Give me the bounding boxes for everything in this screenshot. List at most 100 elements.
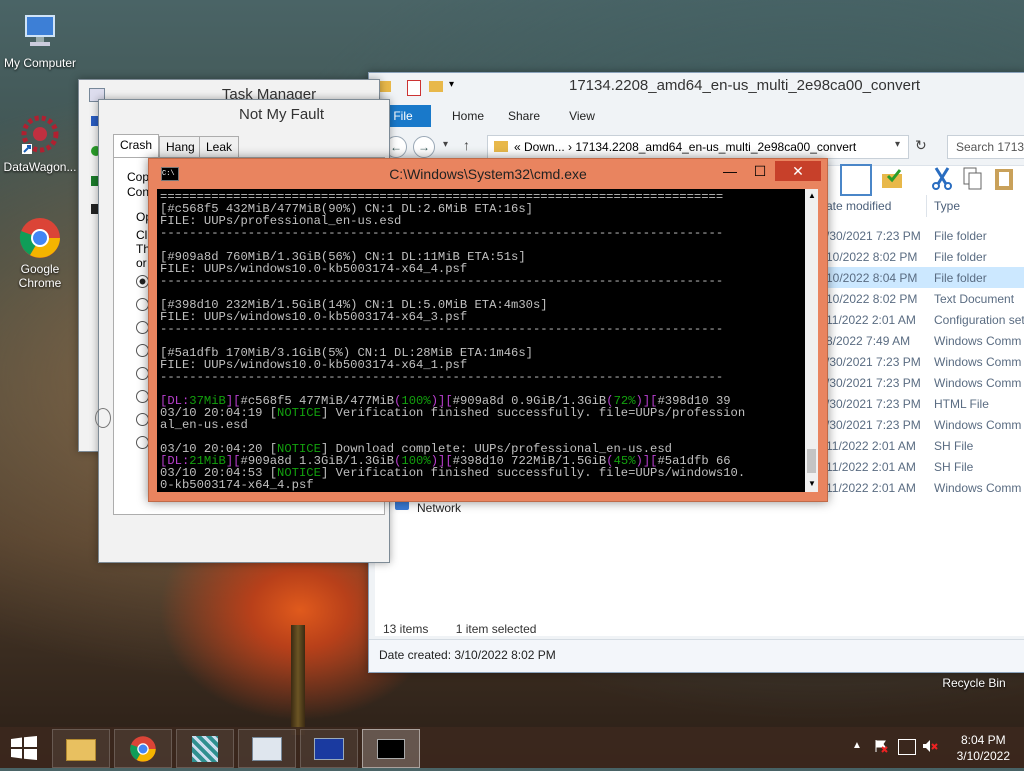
desktop-icon-datawagon[interactable]: DataWagon...	[0, 114, 80, 174]
ribbon-tabs: File Home Share View	[375, 105, 1024, 127]
file-type: Windows Comm	[934, 334, 1022, 348]
file-type: File folder	[934, 250, 987, 264]
forward-button[interactable]: →	[413, 136, 435, 158]
console-line: 0-kb5003174-x64_4.psf	[160, 478, 314, 492]
preview-pane-icon[interactable]	[840, 164, 872, 196]
file-row[interactable]: 11/2022 2:01 AM Windows Comm	[826, 477, 1024, 498]
datawagon-icon	[18, 114, 62, 158]
paste-icon[interactable]	[990, 164, 1018, 192]
system-clock[interactable]: 8:04 PM 3/10/2022	[957, 732, 1010, 764]
address-path: « Down... › 17134.2208_amd64_en-us_multi…	[514, 140, 857, 154]
file-type: SH File	[934, 439, 974, 453]
minimize-button[interactable]: —	[717, 161, 743, 181]
desktop-icon-label: DataWagon...	[3, 160, 77, 174]
chevron-down-icon[interactable]: ▾	[449, 79, 454, 90]
windows-logo-icon	[11, 736, 37, 760]
details-pane: Date created: 3/10/2022 8:02 PM	[369, 639, 1024, 672]
taskbar: ▲ 8:04 PM 3/10/2022	[0, 727, 1024, 768]
quick-access-toolbar: ▾	[377, 79, 467, 96]
file-date-modified: 11/2022 2:01 AM	[826, 439, 916, 453]
chrome-icon	[18, 216, 62, 260]
file-type: Windows Comm	[934, 376, 1022, 390]
explorer-title: 17134.2208_amd64_en-us_multi_2e98ca00_co…	[569, 77, 921, 94]
desktop-icon-label: Recycle Bin	[942, 676, 1006, 690]
file-row[interactable]: 10/2022 8:02 PM Text Document	[826, 288, 1024, 309]
partial-button[interactable]	[95, 408, 111, 428]
file-row[interactable]: /30/2021 7:23 PM Windows Comm	[826, 414, 1024, 435]
file-row[interactable]: /30/2021 7:23 PM HTML File	[826, 393, 1024, 414]
nav-item-network[interactable]: Network	[417, 501, 461, 515]
file-date-modified: /30/2021 7:23 PM	[826, 418, 921, 432]
taskbar-file-explorer[interactable]	[52, 729, 110, 768]
selected-count: 1 item selected	[455, 622, 537, 636]
column-header-type[interactable]: Type	[934, 199, 960, 213]
console-text: ========================================…	[157, 189, 805, 492]
taskbar-cmd[interactable]	[362, 729, 420, 768]
close-button[interactable]: ✕	[775, 161, 821, 181]
recent-locations-icon[interactable]: ▾	[443, 139, 448, 150]
scroll-up-icon[interactable]: ▲	[808, 191, 816, 200]
file-date-modified: 11/2022 2:01 AM	[826, 481, 916, 495]
file-row[interactable]: 8/2022 7:49 AM Windows Comm	[826, 330, 1024, 351]
status-bar: 13 items 1 item selected	[383, 622, 536, 636]
column-divider	[926, 195, 927, 217]
file-row[interactable]: 11/2022 2:01 AM SH File	[826, 456, 1024, 477]
computer-icon	[18, 10, 62, 54]
clock-time: 8:04 PM	[960, 733, 1006, 747]
show-hidden-icons[interactable]: ▲	[852, 740, 862, 751]
file-date-modified: 8/2022 7:49 AM	[826, 334, 911, 348]
new-folder-icon[interactable]	[429, 81, 443, 92]
copy-icon[interactable]	[958, 164, 986, 192]
file-type: Windows Comm	[934, 418, 1022, 432]
console-line: 03/10 20:04:19 [NOTICE] Verification fin…	[160, 406, 746, 420]
up-arrow-icon[interactable]: ↑	[463, 137, 470, 153]
file-row[interactable]: /30/2021 7:23 PM File folder	[826, 225, 1024, 246]
action-center-flag-icon[interactable]	[874, 739, 888, 753]
folder-icon	[494, 141, 508, 152]
file-type: Text Document	[934, 292, 1015, 306]
scroll-down-icon[interactable]: ▼	[808, 479, 816, 488]
taskbar-performance[interactable]	[238, 729, 296, 768]
network-status-icon[interactable]	[898, 739, 916, 755]
cmd-window: C:\ C:\Windows\System32\cmd.exe — ☐ ✕ ==…	[148, 158, 828, 502]
file-type: SH File	[934, 460, 974, 474]
start-button[interactable]	[10, 736, 38, 760]
file-row[interactable]: 11/2022 2:01 AM Configuration set	[826, 309, 1024, 330]
cut-icon[interactable]	[928, 164, 956, 192]
desktop-icon-google-chrome[interactable]: Google Chrome	[0, 216, 80, 290]
file-row[interactable]: 10/2022 8:04 PM File folder	[826, 267, 1024, 288]
refresh-icon[interactable]: ↻	[915, 137, 927, 154]
file-row[interactable]: /30/2021 7:23 PM Windows Comm	[826, 351, 1024, 372]
volume-muted-icon[interactable]	[922, 739, 938, 753]
file-date-modified: /30/2021 7:23 PM	[826, 355, 921, 369]
address-dropdown-icon[interactable]: ▾	[895, 139, 900, 150]
taskbar-datawagon[interactable]	[176, 729, 234, 768]
console-output[interactable]: ========================================…	[157, 189, 805, 492]
properties-icon[interactable]	[407, 80, 421, 96]
taskbar-chrome[interactable]	[114, 729, 172, 768]
desktop-icon-my-computer[interactable]: My Computer	[0, 10, 80, 70]
ribbon-tab-home[interactable]: Home	[443, 105, 493, 127]
file-date-modified: 11/2022 2:01 AM	[826, 313, 916, 327]
maximize-button[interactable]: ☐	[747, 161, 773, 181]
taskbar-remote[interactable]	[300, 729, 358, 768]
ribbon-tab-share[interactable]: Share	[499, 105, 549, 127]
console-line: ----------------------------------------…	[160, 370, 724, 384]
scroll-thumb[interactable]	[807, 449, 816, 473]
check-folder-icon[interactable]	[878, 164, 906, 192]
file-row[interactable]: 11/2022 2:01 AM SH File	[826, 435, 1024, 456]
file-row[interactable]: /30/2021 7:23 PM Windows Comm	[826, 372, 1024, 393]
not-my-fault-title: Not My Fault	[239, 106, 325, 123]
blue-window-icon	[314, 738, 344, 760]
tab-leak[interactable]: Leak	[199, 136, 240, 157]
address-bar[interactable]: « Down... › 17134.2208_amd64_en-us_multi…	[487, 135, 909, 159]
column-header-date-modified[interactable]: ate modified	[826, 199, 891, 213]
console-scrollbar[interactable]: ▲ ▼	[805, 189, 818, 492]
tab-hang[interactable]: Hang	[159, 136, 202, 157]
file-row[interactable]: 10/2022 8:02 PM File folder	[826, 246, 1024, 267]
search-input[interactable]: Search 17134...	[947, 135, 1024, 159]
desktop-icon-label: Google Chrome	[18, 262, 62, 290]
ribbon-tab-view[interactable]: View	[557, 105, 607, 127]
tab-crash[interactable]: Crash	[113, 134, 160, 157]
clock-date: 3/10/2022	[956, 749, 1010, 763]
